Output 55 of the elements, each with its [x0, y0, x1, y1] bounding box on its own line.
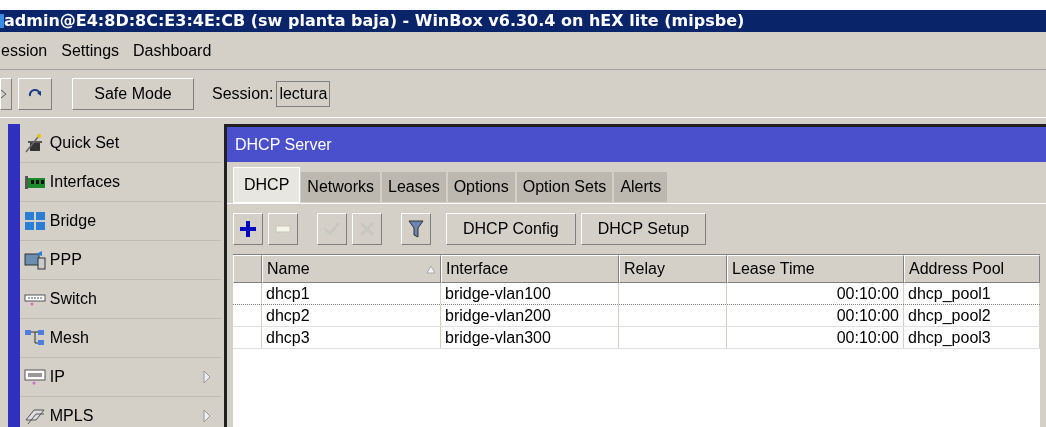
table-row[interactable]: dhcp2 bridge-vlan200 00:10:00 dhcp_pool2 — [233, 305, 1040, 327]
table-row[interactable]: dhcp1 bridge-vlan100 00:10:00 dhcp_pool1 — [233, 283, 1040, 305]
tab[interactable]: Option Sets — [515, 171, 614, 203]
safe-mode-button[interactable]: Safe Mode — [72, 77, 194, 110]
table-cell-text: 00:10:00 — [836, 283, 899, 304]
table-cell-text: dhcp2 — [266, 305, 310, 326]
column-header[interactable]: Lease Time — [727, 255, 904, 283]
redo-button[interactable] — [18, 77, 52, 110]
sidebar-item[interactable]: MPLS — [19, 397, 221, 427]
tab[interactable]: Networks — [300, 171, 382, 203]
table-cell-text: bridge-vlan100 — [445, 283, 551, 304]
sidebar-item[interactable]: IP — [19, 358, 221, 397]
tab[interactable]: Options — [446, 171, 516, 203]
table-cell-text: dhcp3 — [266, 327, 310, 348]
table-cell-text: 00:10:00 — [836, 327, 899, 348]
table-cell-text: 00:10:00 — [836, 305, 899, 326]
remove-icon — [275, 225, 291, 233]
toolbar-button[interactable]: DHCP Setup — [580, 213, 707, 245]
table-cell-text: dhcp1 — [266, 283, 310, 304]
sidebar-item[interactable]: Mesh — [19, 319, 221, 358]
sidebar-item[interactable]: PPP — [19, 241, 221, 280]
tool-button[interactable] — [401, 213, 431, 245]
sidebar-item[interactable]: Quick Set — [19, 124, 221, 163]
mesh-nodes-icon — [23, 328, 46, 348]
toolbar-button[interactable]: DHCP Config — [446, 213, 576, 245]
ip-sign-icon — [23, 367, 46, 387]
tool-button[interactable] — [233, 213, 263, 245]
add-icon — [239, 220, 257, 238]
session-label: Session: — [212, 83, 274, 104]
window-title: admin@E4:8D:8C:E3:4E:CB (sw planta baja) - WinBox v6.30.4 on hEX lite (mipsbe) — [4, 13, 745, 29]
dhcp-window-title: DHCP Server — [235, 134, 332, 155]
sidebar-item[interactable]: Switch — [19, 280, 221, 319]
column-header[interactable]: Address Pool — [904, 255, 1040, 283]
table-cell-text: dhcp_pool3 — [908, 327, 991, 348]
menu-item[interactable]: Dashboard — [133, 38, 212, 63]
filter-icon — [408, 219, 424, 239]
tab[interactable]: DHCP — [233, 167, 301, 203]
back-button[interactable] — [0, 77, 12, 110]
column-header[interactable]: Interface — [441, 255, 619, 283]
table-row[interactable]: dhcp3 bridge-vlan300 00:10:00 dhcp_pool3 — [233, 327, 1040, 349]
sidebar-item[interactable]: Bridge — [19, 202, 221, 241]
computer-icon — [23, 250, 46, 270]
table-cell-text: bridge-vlan200 — [445, 305, 551, 326]
table-cell-text: dhcp_pool2 — [908, 305, 991, 326]
menu-item[interactable]: ession — [1, 38, 48, 63]
tab[interactable]: Leases — [381, 171, 447, 203]
menu-item[interactable]: Settings — [61, 38, 120, 63]
sidebar-item[interactable]: Interfaces — [19, 163, 221, 202]
table-cell-text: dhcp_pool1 — [908, 283, 991, 304]
column-header[interactable]: Name — [262, 255, 441, 283]
column-header[interactable]: Relay — [619, 255, 727, 283]
table-cell-text: bridge-vlan300 — [445, 327, 551, 348]
session-field: lectura — [276, 80, 331, 107]
tags-icon — [23, 406, 46, 426]
tab[interactable]: Alerts — [613, 171, 669, 203]
